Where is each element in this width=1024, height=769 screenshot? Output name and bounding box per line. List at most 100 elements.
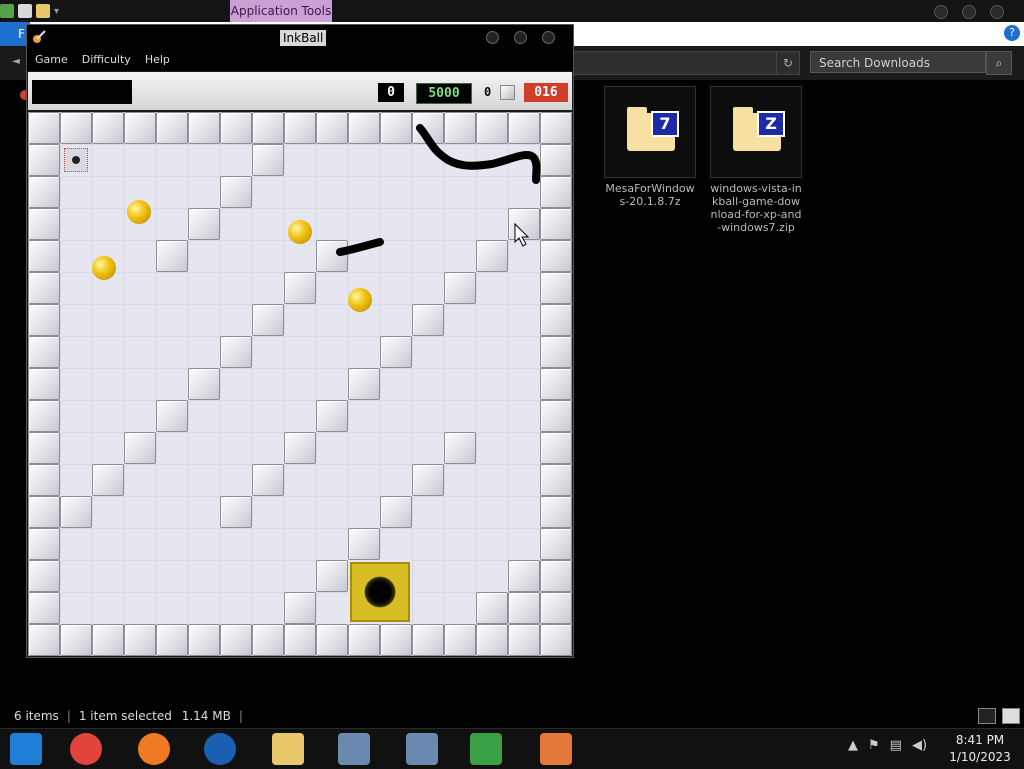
floor-cell xyxy=(508,496,540,528)
maximize-button[interactable] xyxy=(962,5,976,19)
menu-help[interactable]: Help xyxy=(145,49,170,71)
clock[interactable]: 8:41 PM 1/10/2023 xyxy=(940,732,1020,766)
remote-desktop-icon-2[interactable] xyxy=(406,733,438,765)
floor-cell xyxy=(60,432,92,464)
windows-explorer-icon[interactable] xyxy=(10,733,42,765)
wall-tile xyxy=(476,112,508,144)
wall-cell xyxy=(412,304,444,336)
wall-cell xyxy=(316,624,348,656)
wall-tile xyxy=(156,624,188,656)
wall-cell xyxy=(28,368,60,400)
game-board[interactable] xyxy=(28,112,572,656)
floor-cell xyxy=(412,592,444,624)
floor-cell xyxy=(220,528,252,560)
floor-cell xyxy=(412,208,444,240)
firefox-icon[interactable] xyxy=(138,733,170,765)
network-users-icon[interactable] xyxy=(470,733,502,765)
file-name: windows-vista-inkball-game-download-for-… xyxy=(710,182,802,234)
floor-cell xyxy=(92,528,124,560)
show-hidden-icons-icon[interactable]: ▲ xyxy=(848,738,858,753)
floor-cell xyxy=(508,528,540,560)
floor-cell xyxy=(124,304,156,336)
menu-game[interactable]: Game xyxy=(35,49,68,71)
wall-tile xyxy=(284,112,316,144)
file-item-selected[interactable]: Z windows-vista-inkball-game-download-fo… xyxy=(710,86,802,234)
search-icon[interactable]: ⌕ xyxy=(986,51,1012,75)
floor-cell xyxy=(316,432,348,464)
file-item[interactable]: 7 MesaForWindows-20.1.8.7z xyxy=(604,86,696,208)
address-bar[interactable] xyxy=(572,51,778,75)
inkball-minimize-button[interactable] xyxy=(486,31,499,44)
floor-cell xyxy=(124,272,156,304)
wall-cell xyxy=(508,208,540,240)
wall-tile xyxy=(28,144,60,176)
wall-cell xyxy=(348,528,380,560)
remote-desktop-icon[interactable] xyxy=(338,733,370,765)
floor-cell xyxy=(508,304,540,336)
floor-cell xyxy=(156,528,188,560)
help-icon[interactable]: ? xyxy=(1004,25,1020,41)
wall-cell xyxy=(540,624,572,656)
inkball-close-button[interactable] xyxy=(542,31,555,44)
minimize-button[interactable] xyxy=(934,5,948,19)
floor-cell xyxy=(252,272,284,304)
wall-cell xyxy=(348,368,380,400)
floor-cell xyxy=(156,592,188,624)
properties-icon[interactable] xyxy=(18,4,32,18)
inkball-maximize-button[interactable] xyxy=(514,31,527,44)
wall-cell xyxy=(316,560,348,592)
wall-tile xyxy=(540,528,572,560)
wall-tile xyxy=(540,432,572,464)
details-view-icon[interactable] xyxy=(978,708,996,724)
wall-tile xyxy=(156,112,188,144)
floor-cell xyxy=(124,528,156,560)
refresh-icon[interactable]: ↻ xyxy=(776,51,800,75)
floor-cell xyxy=(284,464,316,496)
chrome-icon[interactable] xyxy=(70,733,102,765)
customize-chevron-icon[interactable]: ▾ xyxy=(54,6,59,17)
floor-cell xyxy=(92,144,124,176)
network-icon[interactable]: ▤ xyxy=(890,738,902,753)
floor-cell xyxy=(220,400,252,432)
wall-tile xyxy=(348,624,380,656)
file-name: MesaForWindows-20.1.8.7z xyxy=(605,182,695,208)
score-counter: 5000 xyxy=(416,83,472,104)
floor-cell xyxy=(508,336,540,368)
system-tray: ▲ ⚑ ▤ ◀) xyxy=(848,738,927,753)
floor-cell xyxy=(316,464,348,496)
flag-icon[interactable]: ⚑ xyxy=(868,738,880,753)
inkball-icon[interactable] xyxy=(540,733,572,765)
search-input[interactable]: Search Downloads xyxy=(810,51,986,73)
wall-tile xyxy=(92,464,124,496)
large-icons-view-icon[interactable] xyxy=(1002,708,1020,724)
floor-cell xyxy=(220,144,252,176)
floor-cell xyxy=(124,368,156,400)
wall-tile xyxy=(188,208,220,240)
floor-cell xyxy=(220,240,252,272)
back-arrow-icon[interactable]: ◄ xyxy=(6,52,26,72)
wall-cell xyxy=(28,112,60,144)
floor-cell xyxy=(188,496,220,528)
tab-application-tools[interactable]: Application Tools xyxy=(230,0,332,22)
wall-tile xyxy=(28,304,60,336)
clock-date: 1/10/2023 xyxy=(949,750,1011,764)
obama-icon[interactable] xyxy=(204,733,236,765)
floor-cell xyxy=(444,496,476,528)
floor-cell xyxy=(348,144,380,176)
floor-cell xyxy=(92,208,124,240)
wall-tile xyxy=(220,496,252,528)
wall-cell xyxy=(476,624,508,656)
close-button[interactable] xyxy=(990,5,1004,19)
wall-cell xyxy=(124,624,156,656)
floor-cell xyxy=(60,240,92,272)
floor-cell xyxy=(124,240,156,272)
floor-cell xyxy=(284,304,316,336)
floor-cell xyxy=(188,176,220,208)
menu-difficulty[interactable]: Difficulty xyxy=(82,49,131,71)
volume-icon[interactable]: ◀) xyxy=(912,738,927,753)
new-folder-icon[interactable] xyxy=(36,4,50,18)
explorer-titlebar xyxy=(0,0,1024,22)
floor-cell xyxy=(380,144,412,176)
wall-tile xyxy=(380,496,412,528)
file-explorer-icon[interactable] xyxy=(272,733,304,765)
